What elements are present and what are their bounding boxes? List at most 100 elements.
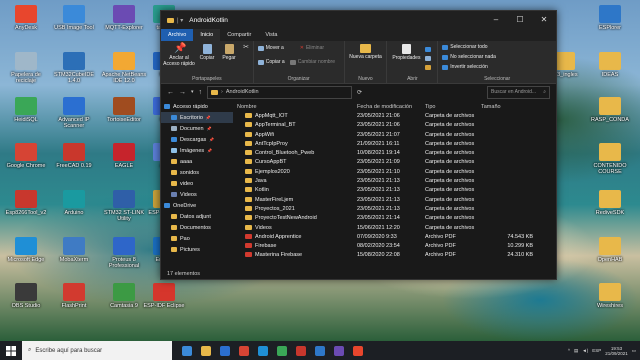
taskbar-app-icon[interactable] [353,345,363,356]
desktop-icon[interactable]: ESPlorer [586,5,634,31]
desktop-icon[interactable]: Papelera de reciclaje [2,52,50,84]
nav-item[interactable]: sonidos [161,167,233,178]
nav-item[interactable]: Documen 📌 [161,123,233,134]
copy-button[interactable]: Copiar [196,44,218,61]
taskbar-app-icon[interactable] [201,345,211,356]
desktop-icon[interactable]: RASP_CONDA [586,97,634,123]
desktop-icon[interactable]: Arduino [50,190,98,216]
file-row[interactable]: Java 23/05/2021 21:13 Carpeta de archivos [235,177,555,186]
forward-icon[interactable]: → [179,89,186,96]
pin-quick-access-button[interactable]: 📌 Anclar al Acceso rápido [163,44,195,68]
nav-item[interactable]: video [161,178,233,189]
address-input[interactable]: › AndroidKotlin [207,85,353,99]
file-explorer-window[interactable]: | ▾ AndroidKotlin – ☐ ✕ Archivo Inicio C… [160,10,557,280]
up-icon[interactable]: ↑ [199,89,203,96]
file-row[interactable]: MasterFireLjem 23/05/2021 21:13 Carpeta de… [235,196,555,205]
select-none-button[interactable]: No seleccionar nada [442,54,496,60]
taskbar-app-icon[interactable] [220,345,230,356]
nav-item[interactable]: Acceso rápido [161,101,233,112]
minimize-button[interactable]: – [484,11,508,29]
nav-item[interactable]: Datos adjunt [161,211,233,222]
file-row[interactable]: AppTerminal_BT 23/05/2021 21:06 Carpeta de… [235,121,555,130]
column-type[interactable]: Tipo [425,104,436,110]
refresh-icon[interactable]: ⟳ [357,89,362,96]
invert-selection-button[interactable]: Invertir selección [442,64,488,70]
file-row[interactable]: Kotlin 23/05/2021 21:13 Carpeta de archivo… [235,186,555,195]
delete-button[interactable]: ✕ Eliminar [300,45,324,51]
file-row[interactable]: Ejemplos2020 23/05/2021 21:10 Carpeta de a… [235,168,555,177]
taskbar-app-icon[interactable] [277,345,287,356]
file-row[interactable]: AntTcpIpProy 21/09/2021 16:11 Carpeta de a… [235,140,555,149]
file-row[interactable]: Firebase 08/02/2020 23:54 Archivo PDF 10.29… [235,242,555,251]
nav-item[interactable]: OneDrive [161,200,233,211]
chevron-up-icon[interactable]: ^ [568,348,570,353]
desktop-icon[interactable]: STM32CubeIDE 1.4.0 [50,52,98,84]
network-icon[interactable]: ▤ [574,348,578,354]
rename-button[interactable]: Cambiar nombre [289,59,335,65]
column-name[interactable]: Nombre [237,104,257,110]
title-bar[interactable]: | ▾ AndroidKotlin – ☐ ✕ [161,11,556,29]
chevron-down-icon[interactable]: ▾ [191,89,194,95]
nav-item[interactable]: Videos [161,189,233,200]
desktop-icon[interactable]: ESP-IDF Eclipse [140,283,188,309]
desktop-icon[interactable]: Wireshires [586,283,634,309]
paste-button[interactable]: Pegar [219,44,239,61]
taskbar-app-icon[interactable] [258,345,268,356]
nav-item[interactable]: Pictures [161,244,233,255]
file-row[interactable]: Android Apprentice 07/09/2020 9:33 Archivo… [235,233,555,242]
volume-icon[interactable]: ◄) [582,348,588,353]
desktop-icon[interactable]: CONTENIDO COURSE [586,143,634,175]
nav-item[interactable]: Escritorio 📌 [161,112,233,123]
file-row[interactable]: Control_Bluetooh_Pweb 10/08/2021 19:14 Car… [235,149,555,158]
file-row[interactable]: Videos 15/06/2021 12:20 Carpeta de archivo… [235,224,555,233]
tab-archivo[interactable]: Archivo [161,29,194,41]
language-indicator[interactable]: ESP [592,348,601,353]
select-all-button[interactable]: Seleccionar todo [442,44,488,50]
desktop-icon[interactable]: MobaXterm [50,237,98,263]
file-row[interactable]: Proyectos_2021 23/05/2021 21:13 Carpeta de… [235,205,555,214]
taskbar-app-icon[interactable] [182,345,192,356]
properties-button[interactable]: Propiedades [389,44,423,61]
desktop-icon[interactable]: OpenHAB [586,237,634,263]
close-button[interactable]: ✕ [532,11,556,29]
desktop-icon[interactable]: FreeCAD 0.19 [50,143,98,169]
nav-item[interactable]: aaaa [161,156,233,167]
clock[interactable]: 19:53 21/09/2021 [605,346,628,356]
tab-compartir[interactable]: Compartir [220,29,258,41]
new-folder-button[interactable]: Nueva carpeta [349,44,383,60]
taskbar-app-icon[interactable] [315,345,325,356]
open-actions[interactable] [425,47,432,70]
tab-vista[interactable]: Vista [258,29,284,41]
taskbar-app-icon[interactable] [334,345,344,356]
desktop-icon[interactable]: AnyDesk [2,5,50,31]
desktop-icon[interactable]: RediveSDK [586,190,634,216]
desktop-icon[interactable]: HeidiSQL [2,97,50,123]
column-size[interactable]: Tamaño [481,104,501,110]
column-date[interactable]: Fecha de modificación [357,104,412,110]
navigation-pane[interactable]: Acceso rápido Escritorio 📌 Documen 📌 Descarga… [161,101,233,269]
nav-item[interactable]: Pao [161,233,233,244]
nav-item[interactable]: Documentos [161,222,233,233]
notifications-icon[interactable]: ▭ [632,348,636,354]
file-row[interactable]: AppMqtt_IOT 23/05/2021 21:06 Carpeta de ar… [235,112,555,121]
desktop-icon[interactable]: USB Image Tool [50,5,98,31]
quick-access-toolbar[interactable]: | ▾ [177,17,183,24]
nav-item[interactable]: Imágenes 📌 [161,145,233,156]
desktop-icon[interactable]: Advanced IP Scanner [50,97,98,129]
desktop-icon[interactable]: FlashPrint [50,283,98,309]
nav-item[interactable]: Descargas 📌 [161,134,233,145]
desktop-icon[interactable]: OBS Studio [2,283,50,309]
cut-button[interactable]: ✂ [241,44,251,52]
taskbar-search[interactable]: ⌕ Escribe aquí para buscar [22,341,172,360]
desktop-icon[interactable]: IDEAS [586,52,634,78]
tab-inicio[interactable]: Inicio [193,29,221,41]
file-row[interactable]: ProyectoTestNewAndroid 23/05/2021 21:14 Ca… [235,214,555,223]
back-icon[interactable]: ← [167,89,174,96]
desktop-icon[interactable]: Microsoft Edge [2,237,50,263]
desktop-icon[interactable]: Esp8266Tool_v2 [2,190,50,216]
desktop-icon[interactable]: Google Chrome [2,143,50,169]
start-button[interactable] [0,345,22,356]
file-row[interactable]: Masterina Firebase 15/08/2020 22:08 Archiv… [235,251,555,260]
copy-to-button[interactable]: Copiar a [257,59,285,65]
search-input[interactable]: Buscar en Android... ⌕ [487,85,550,99]
